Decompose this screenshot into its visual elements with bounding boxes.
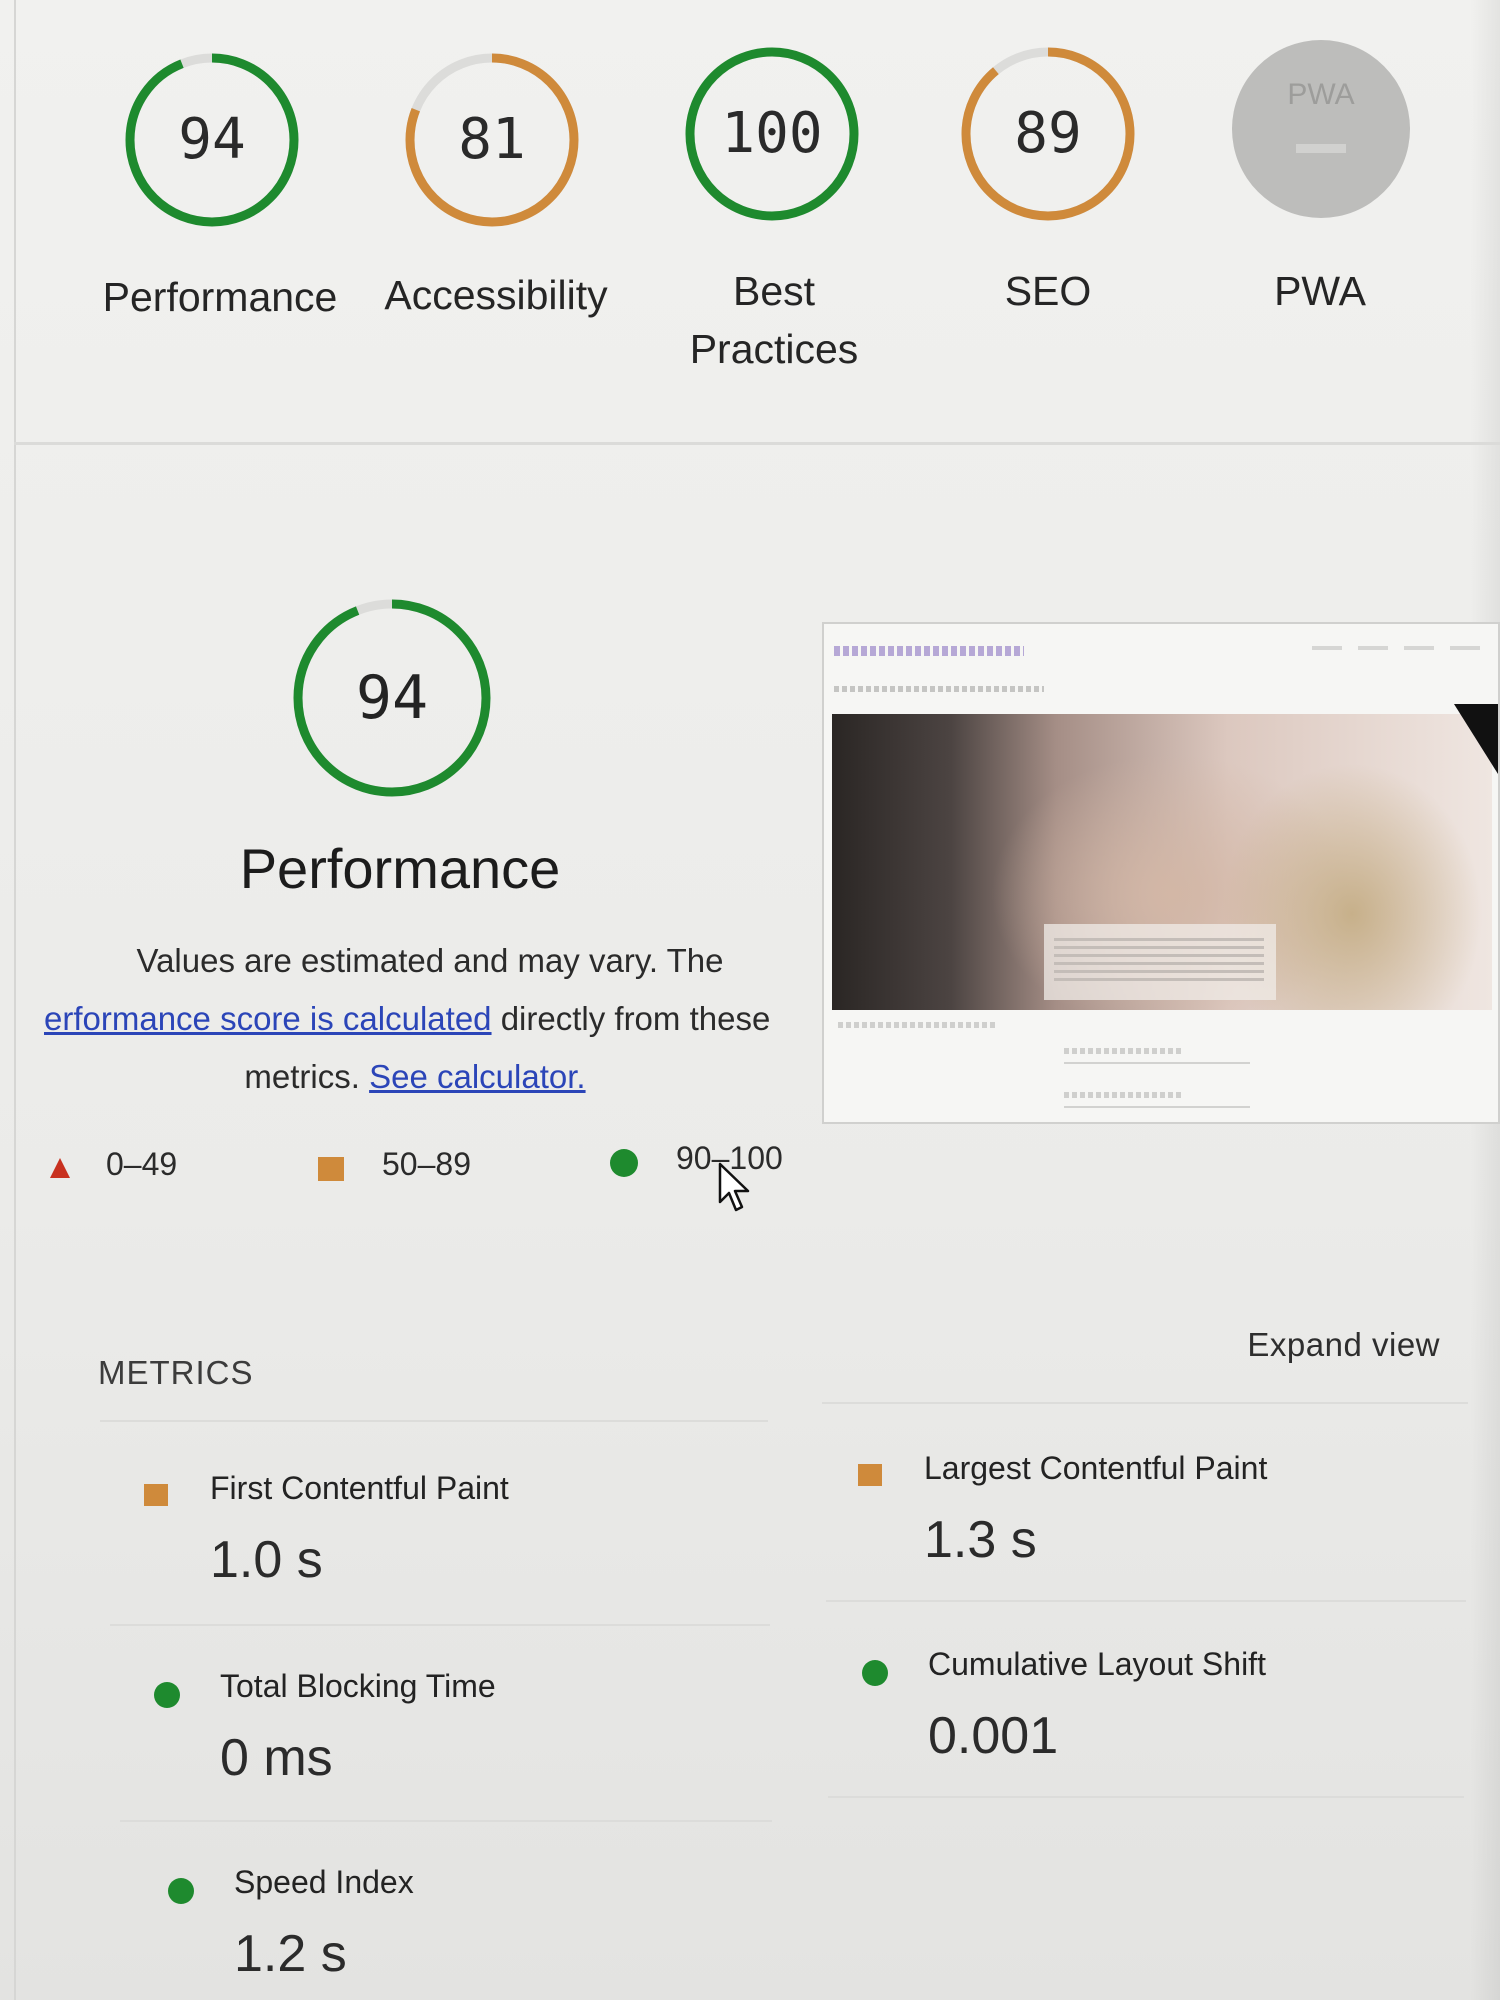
gauge-score: 94 [178,107,246,172]
desc-line-3: metrics. See calculator. [30,1048,800,1106]
performance-score: 94 [355,663,429,733]
legend-average: 50–89 [382,1146,471,1182]
screenshot-corner [1454,704,1498,774]
lighthouse-report: 94 Performance 81 Accessibility 100 Best… [0,0,1500,2000]
gauge-score: 89 [1014,101,1082,166]
gauge-label-performance[interactable]: Performance [90,268,350,326]
pwa-badge-text: PWA [1287,78,1355,111]
left-border [14,0,16,2000]
orange-square-icon [858,1464,882,1486]
screenshot-footer [838,1022,998,1028]
screenshot-hero-image [832,714,1492,1010]
metric-value: 0.001 [928,1707,1059,1765]
metric-divider [100,1420,768,1422]
metric-label: Cumulative Layout Shift [928,1646,1266,1682]
gauge-label-best-practices[interactable]: Best Practices [644,262,904,378]
metric-value: 1.3 s [924,1511,1037,1569]
desc-text: directly from these [491,1000,771,1037]
screenshot-subheader [834,686,1044,692]
dash-icon [1296,144,1346,153]
metric-value: 1.0 s [210,1531,323,1589]
screenshot-nav [1312,646,1482,650]
screenshot-footer [1064,1092,1250,1108]
screenshot-header [834,646,1024,656]
gauge-best-practices[interactable]: 100 [682,44,862,224]
pwa-badge-icon[interactable]: PWA [1232,40,1410,218]
performance-title: Performance [239,837,561,900]
gauge-label-pwa[interactable]: PWA [1190,262,1450,320]
gauge-seo[interactable]: 89 [958,44,1138,224]
red-triangle-icon [50,1158,70,1178]
orange-square-icon [318,1157,344,1181]
gauge-score: 100 [721,101,823,166]
metric-label: Largest Contentful Paint [924,1450,1268,1486]
gauge-label-seo[interactable]: SEO [918,262,1178,320]
metric-divider [120,1820,772,1822]
mouse-pointer-icon [718,1162,750,1212]
score-calculated-link[interactable]: erformance score is calculated [44,1000,492,1037]
performance-gauge: 94 [290,596,494,800]
metric-divider [826,1600,1466,1602]
green-circle-icon [610,1149,638,1177]
gauge-label-text: Best Practices [689,268,859,372]
metric-label: Speed Index [234,1864,414,1900]
screenshot-footer [1064,1048,1250,1064]
section-divider [14,442,1500,445]
gauge-label-accessibility[interactable]: Accessibility [366,266,626,324]
desc-line-1: Values are estimated and may vary. The [136,942,724,979]
metrics-header: METRICS [98,1354,254,1391]
metric-value: 1.2 s [234,1925,347,1983]
expand-view-toggle[interactable]: Expand view [1247,1326,1440,1364]
metric-divider [822,1402,1468,1404]
desc-line-2: erformance score is calculated directly … [30,990,800,1048]
desc-text: metrics. [244,1058,370,1095]
gauge-accessibility[interactable]: 81 [402,50,582,230]
green-circle-icon [168,1878,194,1904]
metric-value: 0 ms [220,1729,333,1787]
gauge-score: 81 [458,107,526,172]
metric-divider [110,1624,770,1626]
screenshot-hero-card [1044,924,1276,1000]
metric-divider [828,1796,1464,1798]
legend-fail: 0–49 [106,1146,178,1182]
performance-description: Values are estimated and may vary. The e… [30,932,800,1106]
orange-square-icon [144,1484,168,1506]
green-circle-icon [154,1682,180,1708]
metric-label: Total Blocking Time [220,1668,496,1704]
green-circle-icon [862,1660,888,1686]
metric-label: First Contentful Paint [210,1470,509,1506]
see-calculator-link[interactable]: See calculator. [369,1058,585,1095]
gauge-performance[interactable]: 94 [122,50,302,230]
final-screenshot [822,622,1500,1124]
